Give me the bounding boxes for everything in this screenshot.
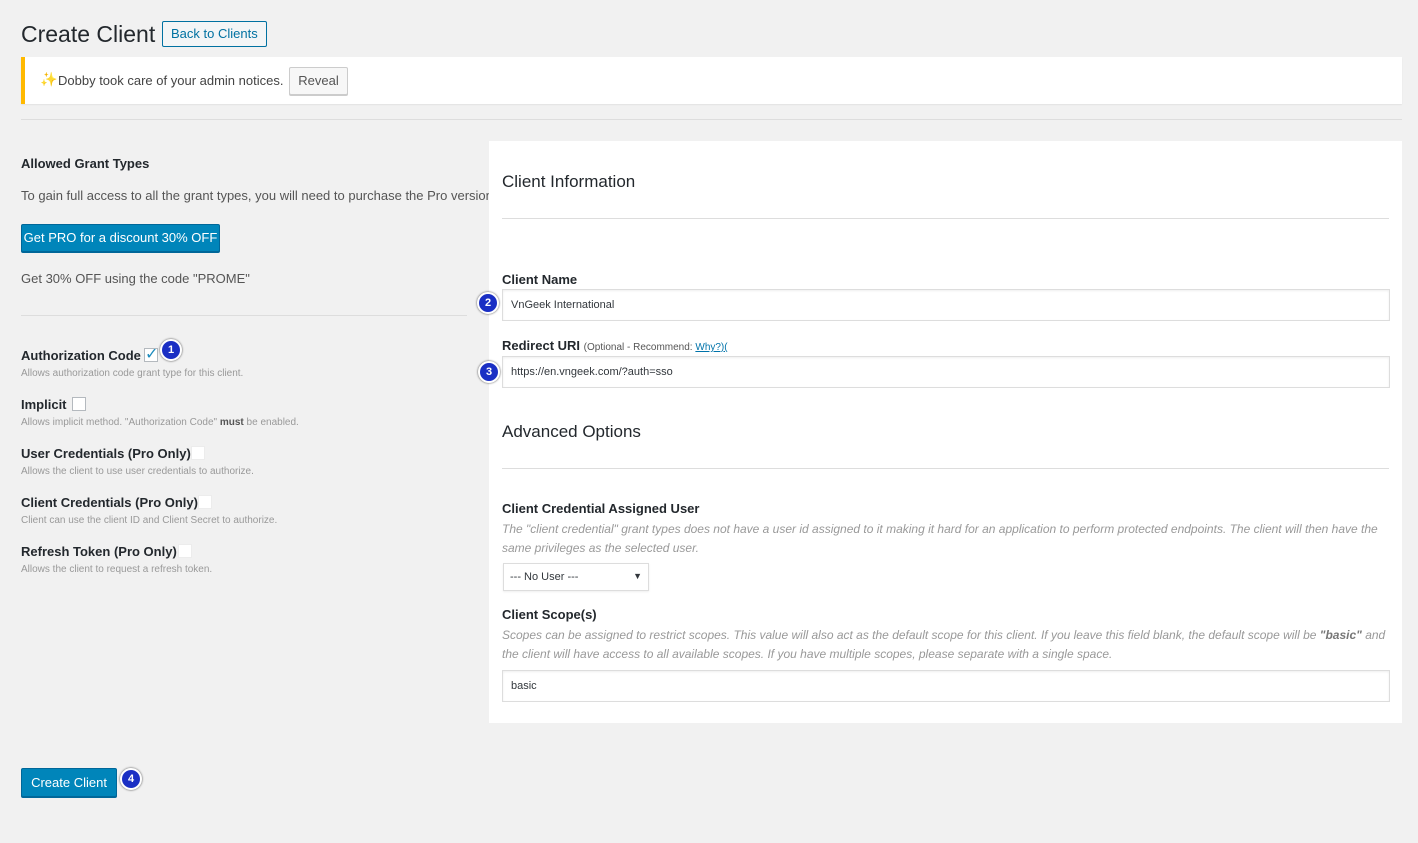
admin-notice: ✨ Dobby took care of your admin notices.… xyxy=(21,57,1402,104)
redirect-uri-label: Redirect URI (Optional - Recommend: Why?… xyxy=(502,338,728,353)
grant-desc-authorization-code: Allows authorization code grant type for… xyxy=(21,368,244,379)
grant-desc-refresh-token: Allows the client to request a refresh t… xyxy=(21,564,213,575)
annotation-badge-4: 4 xyxy=(120,768,142,790)
get-pro-button[interactable]: Get PRO for a discount 30% OFF xyxy=(21,224,220,252)
client-scopes-input[interactable] xyxy=(502,670,1390,702)
create-client-button[interactable]: Create Client xyxy=(21,768,117,797)
assigned-user-label: Client Credential Assigned User xyxy=(502,501,700,516)
grant-label-refresh-token: Refresh Token (Pro Only) xyxy=(21,544,177,559)
client-scopes-description: Scopes can be assigned to restrict scope… xyxy=(502,628,1386,661)
authorization-code-checkbox[interactable]: ✓ xyxy=(144,346,158,363)
assigned-user-select[interactable]: --- No User --- ▼ xyxy=(503,563,649,591)
annotation-badge-1: 1 xyxy=(160,339,182,361)
advanced-options-heading: Advanced Options xyxy=(502,422,641,441)
client-info-panel: Client Information Client Name Redirect … xyxy=(489,141,1402,723)
assigned-user-selected: --- No User --- xyxy=(510,571,579,583)
assigned-user-description: The "client credential" grant types does… xyxy=(502,522,1378,555)
implicit-checkbox[interactable] xyxy=(72,397,86,411)
grant-label-authorization-code: Authorization Code xyxy=(21,348,141,363)
annotation-badge-3: 3 xyxy=(478,361,500,383)
divider xyxy=(21,119,1402,120)
user-credentials-checkbox[interactable] xyxy=(191,446,205,460)
divider xyxy=(21,315,467,316)
why-link[interactable]: Why?)( xyxy=(695,342,727,353)
grant-label-implicit: Implicit xyxy=(21,397,67,412)
back-to-clients-button[interactable]: Back to Clients xyxy=(162,21,267,47)
page-title: Create Client xyxy=(21,21,156,47)
grant-label-client-credentials: Client Credentials (Pro Only) xyxy=(21,495,198,510)
checkmark-icon: ✓ xyxy=(145,346,159,363)
refresh-token-checkbox[interactable] xyxy=(178,544,192,558)
grant-types-heading: Allowed Grant Types xyxy=(21,156,150,171)
grant-desc-implicit: Allows implicit method. "Authorization C… xyxy=(21,417,299,428)
coupon-text: Get 30% OFF using the code "PROME" xyxy=(21,271,250,286)
notice-text: Dobby took care of your admin notices. xyxy=(58,73,284,88)
redirect-uri-input[interactable] xyxy=(502,356,1390,388)
client-information-heading: Client Information xyxy=(502,172,636,191)
pro-intro-text: To gain full access to all the grant typ… xyxy=(21,188,497,203)
sparkle-icon: ✨ xyxy=(40,71,58,87)
chevron-down-icon: ▼ xyxy=(633,571,642,581)
client-name-label: Client Name xyxy=(502,272,578,287)
divider xyxy=(502,218,1389,219)
grant-label-user-credentials: User Credentials (Pro Only) xyxy=(21,446,191,461)
grant-desc-client-credentials: Client can use the client ID and Client … xyxy=(21,515,278,526)
divider xyxy=(502,468,1389,469)
page: Create Client Back to Clients ✨ Dobby to… xyxy=(0,0,1418,843)
client-credentials-checkbox[interactable] xyxy=(198,495,212,509)
reveal-button[interactable]: Reveal xyxy=(289,67,348,95)
grant-desc-user-credentials: Allows the client to use user credential… xyxy=(21,466,254,477)
client-scopes-label: Client Scope(s) xyxy=(502,607,597,622)
client-name-input[interactable] xyxy=(502,289,1390,321)
annotation-badge-2: 2 xyxy=(477,292,499,314)
